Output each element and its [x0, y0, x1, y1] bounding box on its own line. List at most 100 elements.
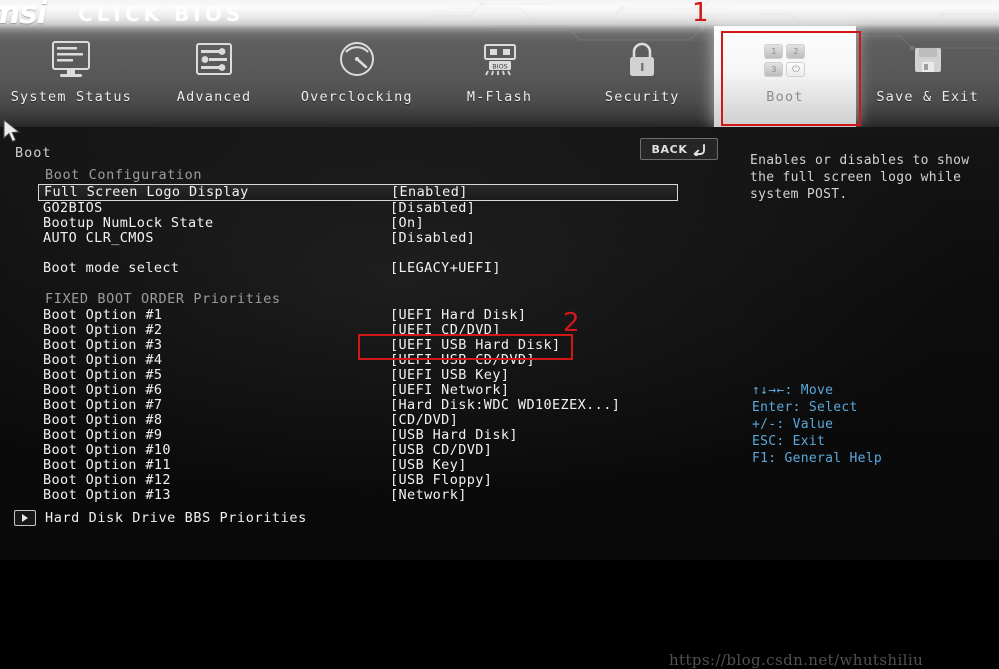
boot-option-row-4[interactable]: Boot Option #4 [UEFI USB CD/DVD]	[38, 353, 678, 368]
setting-label: Boot mode select	[43, 260, 180, 276]
boot-option-row-6[interactable]: Boot Option #6 [UEFI Network]	[38, 383, 678, 398]
boot-option-row-12[interactable]: Boot Option #12 [USB Floppy]	[38, 473, 678, 488]
boot-keys-icon: 1 2 3 ⏻	[764, 37, 806, 83]
setting-label: Full Screen Logo Display	[44, 184, 249, 200]
boot-option-label: Boot Option #12	[43, 472, 171, 488]
nav-label-m-flash: M-Flash	[466, 89, 533, 105]
power-icon: ⏻	[786, 61, 806, 77]
setting-value: [On]	[390, 215, 425, 231]
boot-option-label: Boot Option #11	[43, 457, 171, 473]
back-button-label: BACK	[651, 142, 688, 156]
floppy-disk-icon	[904, 37, 952, 83]
nav-label-boot: Boot	[766, 89, 804, 105]
key-legend-exit: ESC: Exit	[752, 434, 826, 449]
mouse-cursor-icon	[3, 119, 21, 143]
section-heading-fixed-boot-order: FIXED BOOT ORDER Priorities	[45, 291, 281, 307]
boot-option-label: Boot Option #6	[43, 382, 163, 398]
boot-option-value: [UEFI CD/DVD]	[390, 322, 501, 338]
key-legend-select: Enter: Select	[752, 400, 858, 415]
boot-option-value: [UEFI USB Hard Disk]	[390, 337, 561, 353]
msi-logo: msi	[0, 0, 47, 26]
boot-option-row-5[interactable]: Boot Option #5 [UEFI USB Key]	[38, 368, 678, 383]
nav-label-security: Security	[604, 89, 680, 105]
setting-label: GO2BIOS	[43, 200, 103, 216]
boot-option-row-3[interactable]: Boot Option #3 [UEFI USB Hard Disk]	[38, 338, 678, 353]
boot-option-value: [CD/DVD]	[390, 412, 459, 428]
boot-key-2: 2	[786, 43, 806, 59]
boot-key-1: 1	[764, 43, 784, 59]
nav-item-system-status[interactable]: System Status	[0, 26, 143, 127]
boot-option-row-2[interactable]: Boot Option #2 [UEFI CD/DVD]	[38, 323, 678, 338]
setting-row-full-screen-logo-display[interactable]: Full Screen Logo Display [Enabled]	[38, 184, 678, 201]
boot-option-value: [UEFI USB Key]	[390, 367, 510, 383]
boot-option-label: Boot Option #2	[43, 322, 163, 338]
boot-option-row-11[interactable]: Boot Option #11 [USB Key]	[38, 458, 678, 473]
boot-option-label: Boot Option #8	[43, 412, 163, 428]
boot-option-label: Boot Option #1	[43, 307, 163, 323]
right-arrow-icon	[14, 510, 36, 526]
submenu-label: Hard Disk Drive BBS Priorities	[45, 510, 307, 526]
boot-option-label: Boot Option #5	[43, 367, 163, 383]
boot-option-row-1[interactable]: Boot Option #1 [UEFI Hard Disk]	[38, 308, 678, 323]
setting-row-auto-clr-cmos[interactable]: AUTO CLR_CMOS [Disabled]	[38, 231, 678, 246]
boot-option-row-7[interactable]: Boot Option #7 [Hard Disk:WDC WD10EZEX..…	[38, 398, 678, 413]
padlock-icon	[618, 37, 666, 83]
boot-option-label: Boot Option #7	[43, 397, 163, 413]
boot-key-3: 3	[764, 61, 784, 77]
boot-option-row-13[interactable]: Boot Option #13 [Network]	[38, 488, 678, 503]
boot-option-value: [UEFI Network]	[390, 382, 510, 398]
key-legend-value: +/-: Value	[752, 417, 834, 432]
help-description-panel: Enables or disables to show the full scr…	[750, 153, 970, 202]
setting-label: Bootup NumLock State	[43, 215, 214, 231]
setting-row-boot-mode-select[interactable]: Boot mode select [LEGACY+UEFI]	[38, 261, 678, 276]
boot-option-label: Boot Option #4	[43, 352, 163, 368]
nav-item-m-flash[interactable]: BIOS M-Flash	[428, 26, 571, 127]
boot-option-row-10[interactable]: Boot Option #10 [USB CD/DVD]	[38, 443, 678, 458]
key-legend-move: ↑↓→←: Move	[752, 383, 834, 398]
submenu-hard-disk-drive-bbs-priorities[interactable]: Hard Disk Drive BBS Priorities	[14, 510, 307, 526]
gauge-icon	[333, 37, 381, 83]
nav-label-overclocking: Overclocking	[300, 89, 413, 105]
setting-label: AUTO CLR_CMOS	[43, 230, 154, 246]
nav-item-save-and-exit[interactable]: Save & Exit	[856, 26, 999, 127]
nav-item-overclocking[interactable]: Overclocking	[285, 26, 428, 127]
back-button[interactable]: BACK	[640, 138, 718, 160]
boot-option-value: [UEFI USB CD/DVD]	[390, 352, 535, 368]
boot-option-value: [USB Hard Disk]	[390, 427, 518, 443]
setting-row-go2bios[interactable]: GO2BIOS [Disabled]	[38, 201, 678, 216]
boot-option-value: [USB Key]	[390, 457, 467, 473]
nav-items: System Status Advanced Overclocking BIOS…	[0, 26, 999, 127]
usb-bios-icon: BIOS	[475, 37, 525, 83]
boot-option-label: Boot Option #3	[43, 337, 163, 353]
key-legend-help: F1: General Help	[752, 451, 883, 466]
page-title: Boot	[15, 145, 52, 161]
boot-option-row-9[interactable]: Boot Option #9 [USB Hard Disk]	[38, 428, 678, 443]
monitor-icon	[47, 37, 95, 83]
boot-option-value: [UEFI Hard Disk]	[390, 307, 527, 323]
key-legend-panel: ↑↓→←: Move Enter: Select +/-: Value ESC:…	[752, 382, 992, 467]
boot-option-label: Boot Option #13	[43, 487, 171, 503]
boot-option-row-8[interactable]: Boot Option #8 [CD/DVD]	[38, 413, 678, 428]
nav-item-security[interactable]: Security	[571, 26, 714, 127]
section-heading-boot-configuration: Boot Configuration	[45, 167, 203, 183]
nav-item-boot[interactable]: 1 2 3 ⏻ Boot	[713, 26, 857, 127]
nav-label-advanced: Advanced	[176, 89, 252, 105]
setting-row-bootup-numlock-state[interactable]: Bootup NumLock State [On]	[38, 216, 678, 231]
boot-option-value: [Network]	[390, 487, 467, 503]
svg-text:BIOS: BIOS	[492, 63, 508, 71]
top-navigation-bar: msi CLICK BIOS System Status	[0, 0, 999, 127]
nav-item-advanced[interactable]: Advanced	[143, 26, 286, 127]
boot-option-value: [Hard Disk:WDC WD10EZEX...]	[390, 397, 621, 413]
boot-option-value: [USB CD/DVD]	[390, 442, 493, 458]
watermark: https://blog.csdn.net/whutshiliu	[669, 651, 924, 669]
settings-list: Boot Configuration Full Screen Logo Disp…	[0, 167, 700, 503]
boot-option-label: Boot Option #10	[43, 442, 171, 458]
sliders-icon	[190, 37, 238, 83]
setting-value: [Disabled]	[390, 230, 476, 246]
boot-option-value: [USB Floppy]	[390, 472, 493, 488]
setting-value: [Enabled]	[391, 184, 468, 200]
setting-value: [Disabled]	[390, 200, 476, 216]
nav-label-save-and-exit: Save & Exit	[876, 89, 979, 105]
